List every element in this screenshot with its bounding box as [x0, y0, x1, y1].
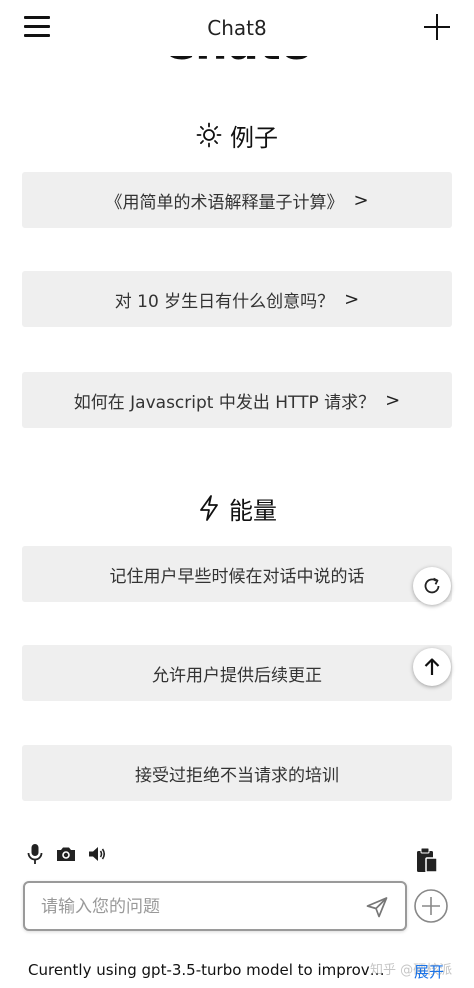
chevron-right-icon: > [344, 288, 360, 310]
plus-icon[interactable] [424, 14, 450, 40]
chevron-right-icon: > [385, 389, 401, 411]
example-card-2[interactable]: 对 10 岁生日有什么创意吗？ > [22, 271, 452, 327]
top-bar: Chat8 [0, 0, 474, 56]
circle-plus-icon[interactable] [413, 888, 449, 924]
sun-icon [196, 122, 222, 148]
capabilities-heading: 能量 [0, 491, 474, 525]
microphone-icon[interactable] [25, 843, 45, 865]
model-status-text: Curently using gpt-3.5-turbo model to im… [28, 961, 388, 979]
refresh-icon [424, 577, 440, 594]
example-card-label: 对 10 岁生日有什么创意吗？ [114, 291, 335, 312]
capability-card-label: 接受过拒绝不当请求的培训 [135, 765, 339, 786]
example-card-1[interactable]: 《用简单的术语解释量子计算》 > [22, 172, 452, 228]
example-card-3[interactable]: 如何在 Javascript 中发出 HTTP 请求？ > [22, 372, 452, 428]
lightning-icon [200, 495, 218, 521]
capability-card-label: 记住用户早些时候在对话中说的话 [109, 566, 365, 587]
speaker-icon[interactable] [87, 843, 107, 865]
example-card-label: 如何在 Javascript 中发出 HTTP 请求？ [73, 392, 376, 413]
camera-icon[interactable] [55, 843, 77, 865]
arrow-up-icon [424, 658, 440, 675]
refresh-button[interactable] [413, 567, 451, 605]
chat-input-box [23, 881, 407, 931]
capability-card-3: 接受过拒绝不当请求的培训 [22, 745, 452, 801]
app-title: Chat8 [207, 16, 267, 40]
examples-heading: 例子 [0, 118, 474, 152]
expand-link[interactable]: 展开 [414, 961, 444, 982]
capability-card-label: 允许用户提供后续更正 [152, 665, 322, 686]
chevron-right-icon: > [353, 189, 369, 211]
examples-heading-label: 例子 [230, 123, 278, 152]
send-icon[interactable] [365, 895, 389, 919]
capabilities-heading-label: 能量 [229, 496, 277, 525]
capability-card-1: 记住用户早些时候在对话中说的话 [22, 546, 452, 602]
example-card-label: 《用简单的术语解释量子计算》 [105, 192, 344, 213]
scroll-up-button[interactable] [413, 648, 451, 686]
chat-input[interactable] [39, 893, 353, 921]
clipboard-icon[interactable] [415, 846, 439, 874]
capability-card-2: 允许用户提供后续更正 [22, 645, 452, 701]
